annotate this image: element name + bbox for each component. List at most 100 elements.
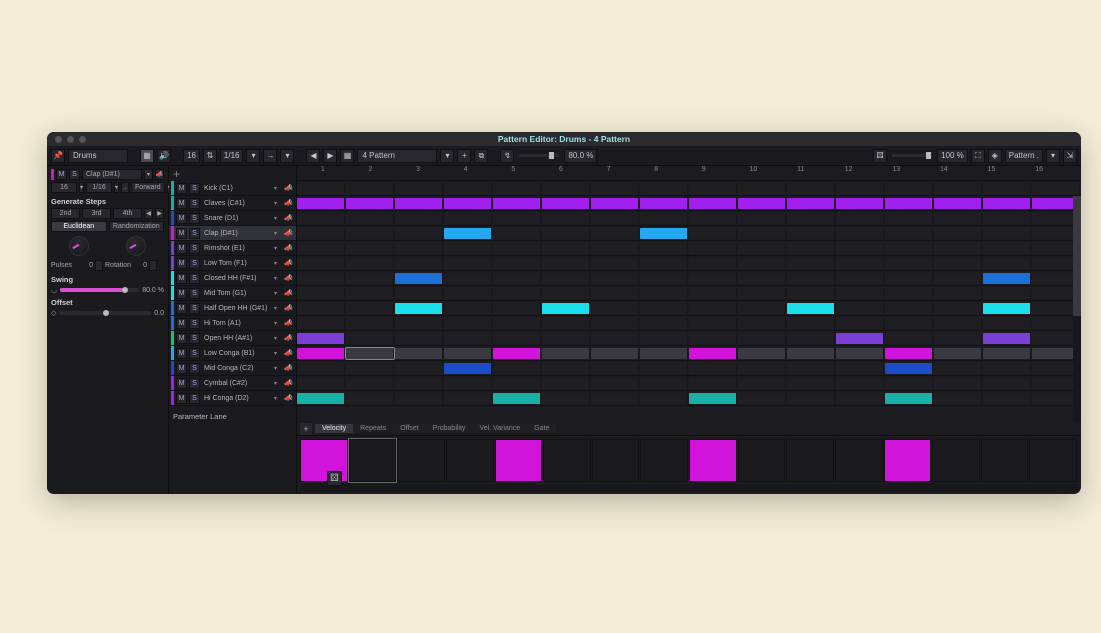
- step-cell[interactable]: [640, 393, 688, 404]
- lane-row[interactable]: M S Low Conga (B1) ▾ 📣: [169, 346, 296, 361]
- steps-stepper[interactable]: ⇅: [203, 149, 217, 163]
- rotation-knob[interactable]: [126, 236, 146, 256]
- step-cell[interactable]: [787, 183, 835, 194]
- maximize-icon[interactable]: [79, 136, 86, 143]
- rotation-value[interactable]: 0: [131, 262, 147, 269]
- lane-solo-button[interactable]: S: [189, 303, 200, 314]
- duplicate-pattern-button[interactable]: ⧉: [474, 149, 488, 163]
- step-cell[interactable]: [787, 213, 835, 224]
- step-cell[interactable]: [934, 333, 982, 344]
- step-cell[interactable]: [689, 303, 737, 314]
- step-cell[interactable]: [444, 393, 492, 404]
- step-cell[interactable]: [885, 243, 933, 254]
- lane-solo-button[interactable]: S: [189, 378, 200, 389]
- step-cell[interactable]: [346, 288, 394, 299]
- step-cell[interactable]: [836, 213, 884, 224]
- step-cell[interactable]: [493, 273, 541, 284]
- lane-row[interactable]: M S Snare (D1) ▾ 📣: [169, 211, 296, 226]
- step-cell[interactable]: [885, 273, 933, 284]
- lane-solo-button[interactable]: S: [189, 318, 200, 329]
- step-cell[interactable]: [542, 303, 590, 314]
- grid-row[interactable]: [297, 316, 1081, 331]
- grid-row[interactable]: [297, 391, 1081, 406]
- lane-menu-dropdown[interactable]: ▾: [274, 350, 282, 357]
- step-cell[interactable]: [934, 273, 982, 284]
- lane-menu-dropdown[interactable]: ▾: [274, 185, 282, 192]
- lane-mute-button[interactable]: M: [176, 363, 187, 374]
- step-cell[interactable]: [591, 318, 639, 329]
- add-lane-button[interactable]: +: [169, 166, 296, 181]
- step-cell[interactable]: [885, 393, 933, 404]
- step-cell[interactable]: [444, 288, 492, 299]
- param-tab-repeats[interactable]: Repeats: [353, 424, 393, 433]
- lane-preview-icon[interactable]: 📣: [284, 184, 294, 192]
- step-cell[interactable]: [640, 258, 688, 269]
- step-cell[interactable]: [836, 273, 884, 284]
- step-cell[interactable]: [346, 393, 394, 404]
- param-tab-velocity[interactable]: Velocity: [315, 424, 353, 433]
- prev-pattern-button[interactable]: ◀: [306, 149, 320, 163]
- step-cell[interactable]: [983, 363, 1031, 374]
- step-cell[interactable]: [297, 378, 345, 389]
- step-cell[interactable]: [836, 183, 884, 194]
- close-icon[interactable]: [55, 136, 62, 143]
- step-cell[interactable]: [689, 228, 737, 239]
- step-cell[interactable]: [542, 333, 590, 344]
- lane-solo-button[interactable]: S: [189, 213, 200, 224]
- view-menu[interactable]: Pattern .: [1005, 149, 1043, 163]
- grid-row[interactable]: [297, 346, 1081, 361]
- step-cell[interactable]: [738, 183, 786, 194]
- lane-menu-dropdown[interactable]: ▾: [274, 200, 282, 207]
- step-cell[interactable]: [542, 243, 590, 254]
- step-cell[interactable]: [395, 348, 443, 359]
- step-cell[interactable]: [836, 348, 884, 359]
- lane-row[interactable]: M S Mid Conga (C2) ▾ 📣: [169, 361, 296, 376]
- lane-row[interactable]: M S Kick (C1) ▾ 📣: [169, 181, 296, 196]
- step-cell[interactable]: [640, 273, 688, 284]
- shuffle-icon[interactable]: ↯: [500, 149, 514, 163]
- step-cell[interactable]: [934, 378, 982, 389]
- pattern-grid-icon[interactable]: ▦: [340, 149, 354, 163]
- param-tab-offset[interactable]: Offset: [393, 424, 426, 433]
- lane-solo-button[interactable]: S: [189, 273, 200, 284]
- step-cell[interactable]: [444, 363, 492, 374]
- lane-preview-icon[interactable]: 📣: [284, 379, 294, 387]
- lane-solo-button[interactable]: S: [189, 393, 200, 404]
- step-cell[interactable]: [493, 243, 541, 254]
- step-cell[interactable]: [591, 213, 639, 224]
- step-cell[interactable]: [885, 318, 933, 329]
- lane-solo-button[interactable]: S: [189, 258, 200, 269]
- step-cell[interactable]: [395, 213, 443, 224]
- mute-button[interactable]: M: [56, 169, 67, 180]
- step-cell[interactable]: [787, 288, 835, 299]
- step-cell[interactable]: [738, 333, 786, 344]
- step-cell[interactable]: [395, 273, 443, 284]
- step-cell[interactable]: [395, 198, 443, 209]
- pin-icon[interactable]: 📌: [51, 149, 65, 163]
- step-cell[interactable]: [591, 243, 639, 254]
- grid-row[interactable]: [297, 226, 1081, 241]
- step-cell[interactable]: [934, 288, 982, 299]
- lane-mute-button[interactable]: M: [176, 258, 187, 269]
- velocity-cell[interactable]: [738, 439, 786, 482]
- step-cell[interactable]: [787, 303, 835, 314]
- step-cell[interactable]: [591, 363, 639, 374]
- step-cell[interactable]: [346, 363, 394, 374]
- direction-dropdown[interactable]: ▾: [280, 149, 294, 163]
- step-cell[interactable]: [934, 258, 982, 269]
- step-cell[interactable]: [836, 198, 884, 209]
- step-cell[interactable]: [885, 378, 933, 389]
- lane-row[interactable]: M S Clap (D#1) ▾ 📣: [169, 226, 296, 241]
- lane-row[interactable]: M S Half Open HH (G#1) ▾ 📣: [169, 301, 296, 316]
- step-cell[interactable]: [346, 303, 394, 314]
- step-cell[interactable]: [885, 348, 933, 359]
- lane-preview-icon[interactable]: 📣: [284, 394, 294, 402]
- step-cell[interactable]: [297, 243, 345, 254]
- step-cell[interactable]: [542, 393, 590, 404]
- grid-row[interactable]: [297, 331, 1081, 346]
- lane-preview-icon[interactable]: 📣: [284, 229, 294, 237]
- step-cell[interactable]: [297, 393, 345, 404]
- lane-mute-button[interactable]: M: [176, 333, 187, 344]
- lane-menu-dropdown[interactable]: ▾: [274, 215, 282, 222]
- step-cell[interactable]: [836, 363, 884, 374]
